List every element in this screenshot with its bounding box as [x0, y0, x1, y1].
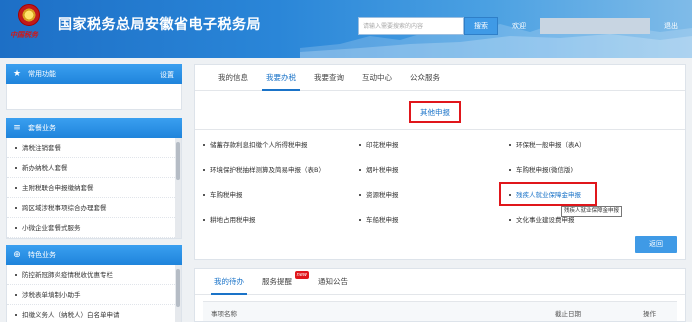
common-functions-title: 常用功能	[28, 70, 56, 78]
special-title: 特色业务	[28, 251, 56, 259]
sidebar-item[interactable]: 扣缴义务人（纳税人）白名单申请	[7, 305, 181, 322]
declaration-link[interactable]: 烟叶税申报	[359, 164, 399, 174]
declaration-link[interactable]: 环保税一般申报（表A）	[509, 139, 585, 149]
sidebar-scrollbar[interactable]	[175, 265, 181, 322]
section-title: 其他申报	[420, 108, 450, 117]
todo-panel: 我的待办 服务提醒 new 通知公告 事项名称 截止日期 操作	[194, 268, 686, 322]
packages-list: 清税注销套餐 新办纳税人套餐 主附税联合申报缴纳套餐 跨区域涉税事项综合办理套餐…	[6, 138, 182, 239]
tab-notices[interactable]: 通知公告	[311, 269, 355, 294]
todo-tabs: 我的待办 服务提醒 new 通知公告	[195, 269, 685, 295]
tab-query[interactable]: 我要查询	[305, 65, 353, 90]
layers-icon: ≡	[13, 122, 21, 133]
declaration-link[interactable]: 印花税申报	[359, 139, 399, 149]
sidebar-item[interactable]: 涉税表单填制小助手	[7, 285, 181, 305]
username-redacted	[540, 18, 650, 34]
common-functions-body	[6, 84, 182, 110]
search-input[interactable]	[358, 17, 464, 35]
globe-icon: ⊕	[13, 249, 21, 260]
new-badge: new	[294, 271, 309, 279]
tab-do-tax[interactable]: 我要办税	[257, 65, 305, 91]
search-button[interactable]: 搜索	[464, 17, 498, 35]
declaration-link[interactable]: 耕地占用税申报	[203, 214, 256, 224]
column-header-action: 操作	[643, 310, 656, 318]
main-panel: 我的信息 我要办税 我要查询 互动中心 公众服务 其他申报 储蓄存款利息扣缴个人…	[194, 64, 686, 260]
sidebar: ★ 常用功能 设置 ≡ 套餐业务 清税注销套餐 新办纳税人套餐 主附税联合申报缴…	[6, 64, 182, 322]
sidebar-item[interactable]: 新办纳税人套餐	[7, 158, 181, 178]
tab-service-reminder-label: 服务提醒	[262, 277, 292, 286]
main-tabs: 我的信息 我要办税 我要查询 互动中心 公众服务	[195, 65, 685, 91]
tax-emblem-logo: 中国税务	[10, 4, 50, 48]
section-divider	[195, 129, 685, 130]
tooltip: 残疾人就业保障金申报	[561, 206, 623, 217]
welcome-label: 欢迎	[512, 22, 526, 30]
top-header: 中国税务 国家税务总局安徽省电子税务局 搜索 欢迎 退出	[0, 0, 692, 58]
declaration-link[interactable]: 储蓄存款利息扣缴个人所得税申报	[203, 139, 308, 149]
sidebar-item[interactable]: 小微企业套餐式服务	[7, 218, 181, 238]
sidebar-item[interactable]: 跨区域涉税事项综合办理套餐	[7, 198, 181, 218]
sidebar-scrollbar[interactable]	[175, 138, 181, 238]
scrollbar-thumb[interactable]	[176, 269, 180, 307]
highlight-box	[499, 182, 597, 206]
declaration-link[interactable]: 环境保护税抽样测算及简易申报（表B）	[203, 164, 325, 174]
declaration-link[interactable]: 车船税申报	[359, 214, 399, 224]
tab-my-todo[interactable]: 我的待办	[207, 269, 251, 295]
section-title-highlight: 其他申报	[409, 101, 461, 123]
logout-link[interactable]: 退出	[664, 21, 678, 31]
tab-public-service[interactable]: 公众服务	[401, 65, 449, 90]
star-icon: ★	[12, 68, 22, 79]
packages-header[interactable]: ≡ 套餐业务	[6, 118, 182, 138]
packages-title: 套餐业务	[28, 124, 56, 132]
declaration-link[interactable]: 车购税申报	[203, 189, 243, 199]
special-list: 防控新冠肺炎疫情税收优惠专栏 涉税表单填制小助手 扣缴义务人（纳税人）白名单申请	[6, 265, 182, 322]
tab-interaction[interactable]: 互动中心	[353, 65, 401, 90]
column-header-name: 事项名称	[211, 310, 237, 318]
scrollbar-thumb[interactable]	[176, 142, 180, 180]
column-header-deadline: 截止日期	[555, 310, 581, 318]
settings-link[interactable]: 设置	[160, 70, 174, 80]
sidebar-item[interactable]: 清税注销套餐	[7, 138, 181, 158]
emblem-icon	[18, 4, 40, 26]
declaration-link[interactable]: 车购税申报(微信版)	[509, 164, 573, 174]
site-title: 国家税务总局安徽省电子税务局	[58, 17, 261, 33]
tab-my-info[interactable]: 我的信息	[209, 65, 257, 90]
declaration-link[interactable]: 资源税申报	[359, 189, 399, 199]
tab-service-reminder[interactable]: 服务提醒 new	[255, 269, 309, 294]
sidebar-item[interactable]: 主附税联合申报缴纳套餐	[7, 178, 181, 198]
todo-table-header: 事项名称 截止日期 操作	[203, 301, 677, 321]
special-header[interactable]: ⊕ 特色业务	[6, 245, 182, 265]
sidebar-item[interactable]: 防控新冠肺炎疫情税收优惠专栏	[7, 265, 181, 285]
logo-slogan: 中国税务	[10, 31, 38, 39]
back-button[interactable]: 返回	[635, 236, 677, 253]
common-functions-header: ★ 常用功能 设置	[6, 64, 182, 84]
